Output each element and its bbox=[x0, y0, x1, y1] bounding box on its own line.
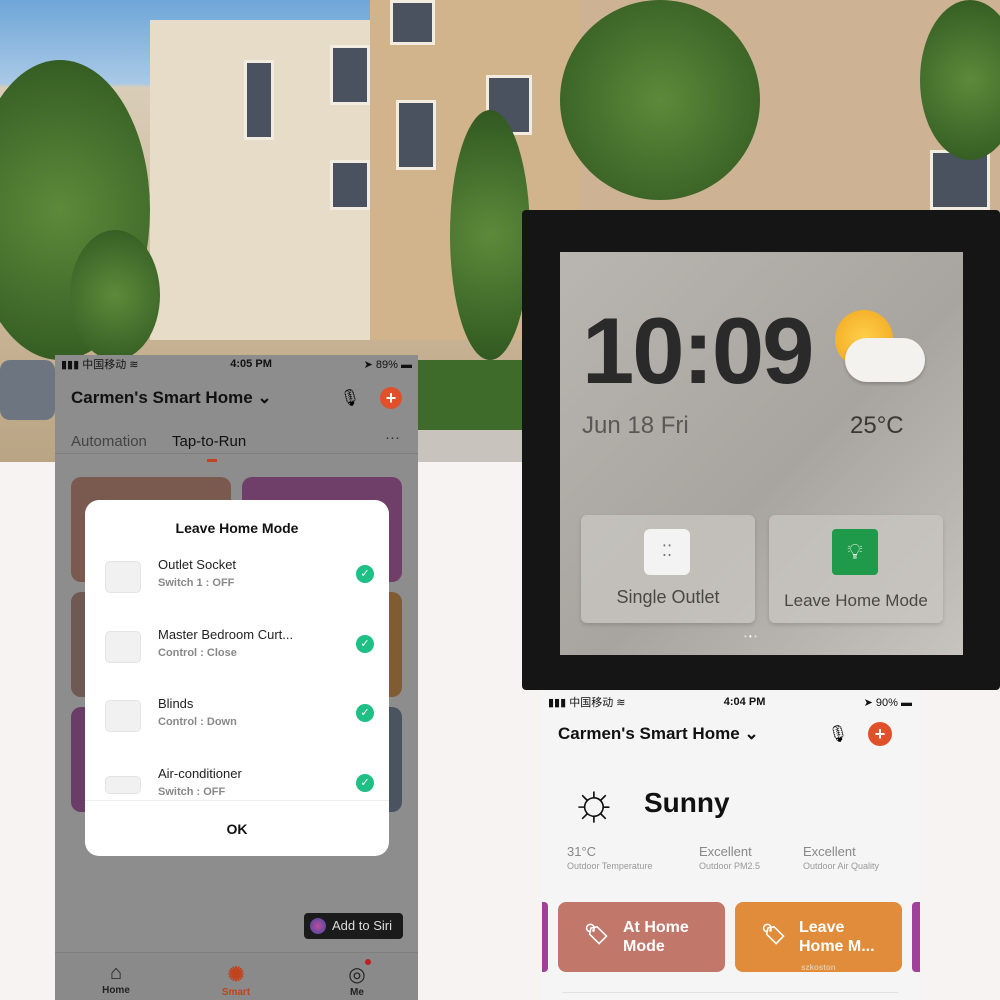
outlet-icon: ⁚⁚ bbox=[644, 529, 690, 575]
location-icon: ➤ bbox=[363, 358, 373, 371]
tag-icon: 🏷︎ bbox=[584, 924, 610, 946]
list-item: Master Bedroom Curt... Control : Close ✓ bbox=[85, 627, 389, 687]
location-icon: ➤ bbox=[863, 696, 873, 709]
microphone-icon[interactable]: 🎙︎ bbox=[828, 724, 848, 744]
home-icon: ⌂ bbox=[109, 962, 123, 984]
status-bar: ▮▮▮ 中国移动 ≋ 4:05 PM ➤ 89% ▬ bbox=[61, 358, 412, 371]
list-item: Blinds Control : Down ✓ bbox=[85, 696, 389, 756]
watermark: szkoston bbox=[801, 963, 836, 972]
nav-me[interactable]: ◎ Me bbox=[327, 962, 387, 998]
tab-automation[interactable]: Automation bbox=[71, 433, 147, 450]
siri-icon bbox=[310, 918, 326, 934]
profile-icon: ◎ bbox=[348, 964, 366, 986]
check-icon: ✓ bbox=[356, 635, 374, 653]
battery-icon: ▬ bbox=[401, 358, 412, 371]
add-button[interactable]: + bbox=[868, 722, 892, 746]
partly-cloudy-icon bbox=[835, 310, 925, 382]
page-indicator: • • • bbox=[744, 632, 757, 641]
lightbulb-icon: 💡︎ bbox=[832, 529, 878, 575]
microphone-icon[interactable]: 🎙︎ bbox=[340, 388, 360, 408]
clock: 10:09 bbox=[582, 298, 814, 403]
blinds-icon bbox=[105, 700, 141, 732]
dialog-title: Leave Home Mode bbox=[175, 520, 299, 536]
sun-icon: ✺ bbox=[227, 964, 245, 986]
tab-tap-to-run[interactable]: Tap-to-Run bbox=[172, 433, 246, 450]
battery-icon: ▬ bbox=[901, 696, 912, 709]
notification-badge bbox=[365, 959, 371, 965]
list-item: Outlet Socket Switch 1 : OFF ✓ bbox=[85, 557, 389, 617]
wifi-icon: ≋ bbox=[616, 697, 626, 709]
scene-detail-dialog: Leave Home Mode Outlet Socket Switch 1 : … bbox=[85, 500, 389, 856]
check-icon: ✓ bbox=[356, 774, 374, 792]
active-tab-indicator bbox=[207, 459, 217, 462]
single-outlet-button[interactable]: ⁚⁚ Single Outlet bbox=[581, 515, 755, 623]
scene-at-home-mode[interactable]: 🏷︎ At Home Mode bbox=[558, 902, 725, 972]
curtain-icon bbox=[105, 631, 141, 663]
left-phone-screen: ▮▮▮ 中国移动 ≋ 4:05 PM ➤ 89% ▬ Carmen's Smar… bbox=[55, 355, 418, 1000]
leave-home-mode-button[interactable]: 💡︎ Leave Home Mode bbox=[769, 515, 943, 623]
add-button[interactable]: + bbox=[380, 387, 402, 409]
check-icon: ✓ bbox=[356, 565, 374, 583]
ok-button[interactable]: OK bbox=[85, 800, 389, 856]
check-icon: ✓ bbox=[356, 704, 374, 722]
scene-leave-home-mode[interactable]: 🏷︎ Leave Home M... szkoston bbox=[735, 902, 902, 972]
air-conditioner-icon bbox=[105, 776, 141, 794]
tag-icon: 🏷︎ bbox=[761, 924, 787, 946]
nav-smart[interactable]: ✺ Smart bbox=[206, 962, 266, 998]
weather-condition: Sunny bbox=[644, 787, 730, 818]
add-to-siri-button[interactable]: Add to Siri bbox=[304, 913, 403, 939]
home-selector[interactable]: Carmen's Smart Home ⌄ bbox=[558, 724, 759, 744]
right-phone-screen: ▮▮▮ 中国移动 ≋ 4:04 PM ➤ 90% ▬ Carmen's Smar… bbox=[540, 690, 920, 1000]
home-selector[interactable]: Carmen's Smart Home ⌄ bbox=[71, 388, 272, 408]
date: Jun 18 Fri bbox=[582, 412, 689, 439]
status-bar: ▮▮▮ 中国移动 ≋ 4:04 PM ➤ 90% ▬ bbox=[548, 696, 912, 709]
panel-screen: 10:09 Jun 18 Fri 25°C ⁚⁚ Single Outlet 💡… bbox=[560, 252, 963, 655]
nav-home[interactable]: ⌂ Home bbox=[86, 962, 146, 996]
more-button[interactable]: ··· bbox=[385, 429, 400, 446]
wifi-icon: ≋ bbox=[129, 359, 139, 371]
signal-icon: ▮▮▮ bbox=[548, 697, 567, 709]
smart-panel-device: 10:09 Jun 18 Fri 25°C ⁚⁚ Single Outlet 💡… bbox=[522, 210, 1000, 690]
sun-icon: ☼ bbox=[570, 773, 618, 831]
signal-icon: ▮▮▮ bbox=[61, 359, 80, 371]
temperature: 25°C bbox=[850, 412, 904, 439]
outlet-icon bbox=[105, 561, 141, 593]
